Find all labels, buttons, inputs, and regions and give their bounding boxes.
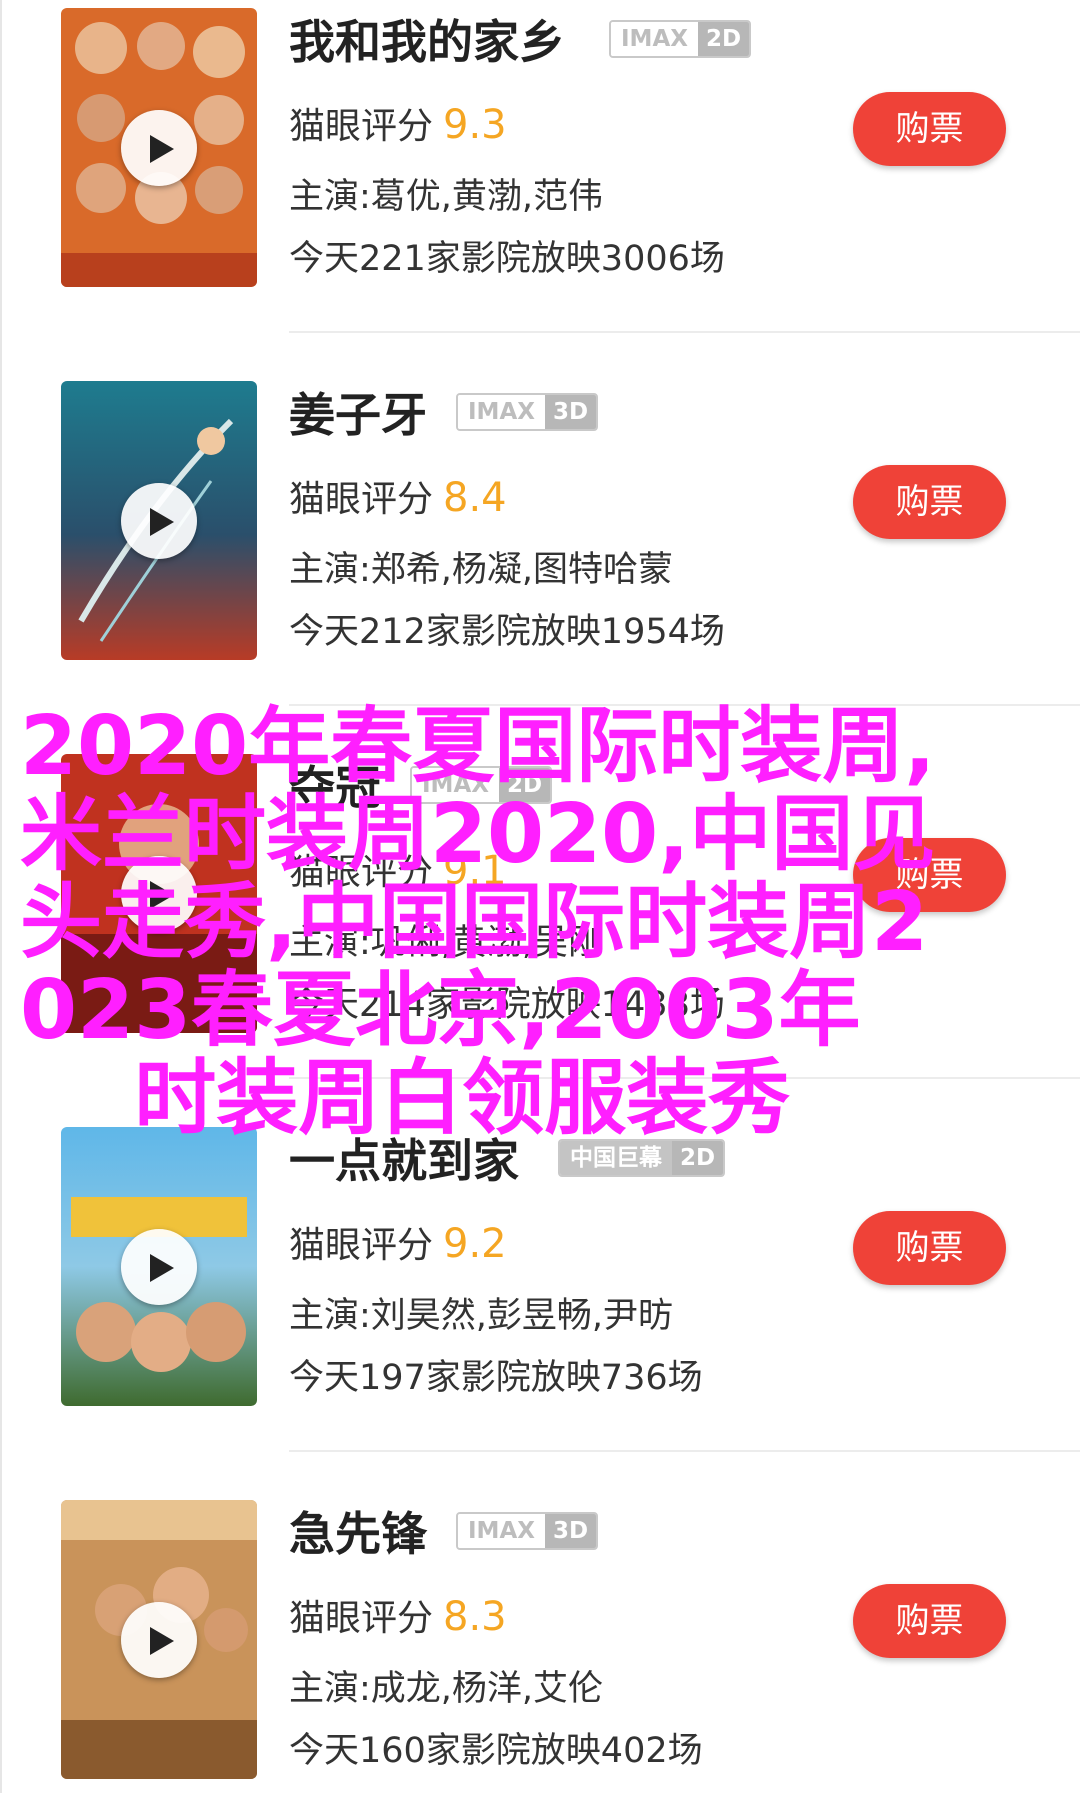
cast-text: 主演:刘昊然,彭昱畅,尹昉 bbox=[289, 1296, 674, 1336]
badge-format: IMAX bbox=[458, 395, 545, 429]
badge-dimension: 2D bbox=[672, 1141, 724, 1175]
badge-dimension: 3D bbox=[544, 395, 597, 429]
play-icon[interactable] bbox=[121, 110, 197, 186]
movie-item[interactable]: 姜子牙 IMAX 3D 猫眼评分 8.4 主演:郑希,杨凝,图特哈蒙 今天212家… bbox=[0, 373, 1080, 746]
movie-poster[interactable] bbox=[61, 754, 257, 1033]
movie-poster[interactable] bbox=[61, 1127, 257, 1406]
rating-score: 8.3 bbox=[443, 1594, 507, 1640]
divider bbox=[289, 1077, 1080, 1079]
rating-row: 猫眼评分 9.1 bbox=[289, 846, 507, 898]
play-icon[interactable] bbox=[121, 856, 197, 932]
rating-label: 猫眼评分 bbox=[289, 1598, 434, 1639]
rating-label: 猫眼评分 bbox=[289, 852, 434, 893]
buy-ticket-button[interactable]: 购票 bbox=[853, 92, 1006, 166]
play-icon[interactable] bbox=[121, 1602, 197, 1678]
rating-label: 猫眼评分 bbox=[289, 1225, 434, 1266]
format-badge: IMAX 3D bbox=[456, 393, 599, 431]
buy-ticket-button[interactable]: 购票 bbox=[853, 1584, 1006, 1658]
movie-title: 姜子牙 bbox=[289, 388, 427, 442]
divider bbox=[289, 331, 1080, 333]
movie-poster[interactable] bbox=[61, 8, 257, 287]
rating-label: 猫眼评分 bbox=[289, 106, 434, 147]
cast-text: 主演:巩俐,黄渤,吴刚 bbox=[289, 923, 604, 963]
rating-row: 猫眼评分 8.4 bbox=[289, 473, 507, 525]
badge-format: IMAX bbox=[611, 22, 698, 56]
badge-dimension: 2D bbox=[697, 22, 750, 56]
rating-score: 9.3 bbox=[443, 102, 507, 148]
cast-text: 主演:葛优,黄渤,范伟 bbox=[289, 177, 604, 217]
movie-title: 夺冠 bbox=[289, 761, 381, 815]
showing-text: 今天197家影院放映736场 bbox=[289, 1358, 703, 1398]
movie-item[interactable]: 夺冠 IMAX 2D 猫眼评分 9.1 主演:巩俐,黄渤,吴刚 今天214家影院放… bbox=[0, 746, 1080, 1119]
badge-format: IMAX bbox=[458, 1514, 545, 1548]
badge-format: 中国巨幕 bbox=[560, 1141, 672, 1175]
movie-title: 急先锋 bbox=[289, 1507, 427, 1561]
rating-row: 猫眼评分 9.2 bbox=[289, 1219, 507, 1271]
buy-ticket-button[interactable]: 购票 bbox=[853, 838, 1006, 912]
cast-text: 主演:郑希,杨凝,图特哈蒙 bbox=[289, 550, 674, 590]
badge-dimension: 3D bbox=[544, 1514, 597, 1548]
movie-item[interactable]: 一点就到家 中国巨幕 2D 猫眼评分 9.2 主演:刘昊然,彭昱畅,尹昉 今天19… bbox=[0, 1119, 1080, 1492]
movie-poster[interactable] bbox=[61, 381, 257, 660]
badge-format: IMAX bbox=[412, 768, 499, 802]
buy-ticket-button[interactable]: 购票 bbox=[853, 465, 1006, 539]
format-badge: IMAX 2D bbox=[410, 766, 553, 804]
showing-text: 今天214家影院放映1438场 bbox=[289, 985, 725, 1025]
divider bbox=[289, 704, 1080, 706]
movie-item[interactable]: 我和我的家乡 IMAX 2D 猫眼评分 9.3 主演:葛优,黄渤,范伟 今天221… bbox=[0, 0, 1080, 373]
rating-score: 9.2 bbox=[443, 1221, 507, 1267]
format-badge: 中国巨幕 2D bbox=[558, 1139, 726, 1177]
format-badge: IMAX 2D bbox=[609, 20, 752, 58]
movie-title: 我和我的家乡 bbox=[289, 15, 565, 69]
movie-list-page: 我和我的家乡 IMAX 2D 猫眼评分 9.3 主演:葛优,黄渤,范伟 今天221… bbox=[0, 0, 1080, 1793]
rating-row: 猫眼评分 8.3 bbox=[289, 1592, 507, 1644]
format-badge: IMAX 3D bbox=[456, 1512, 599, 1550]
showing-text: 今天160家影院放映402场 bbox=[289, 1731, 703, 1771]
rating-label: 猫眼评分 bbox=[289, 479, 434, 520]
rating-row: 猫眼评分 9.3 bbox=[289, 100, 507, 152]
movie-title: 一点就到家 bbox=[289, 1134, 519, 1188]
rating-score: 9.1 bbox=[443, 848, 507, 894]
rating-score: 8.4 bbox=[443, 475, 507, 521]
play-icon[interactable] bbox=[121, 483, 197, 559]
divider bbox=[289, 1450, 1080, 1452]
showing-text: 今天212家影院放映1954场 bbox=[289, 612, 725, 652]
movie-item[interactable]: 急先锋 IMAX 3D 猫眼评分 8.3 主演:成龙,杨洋,艾伦 今天160家影院… bbox=[0, 1492, 1080, 1793]
buy-ticket-button[interactable]: 购票 bbox=[853, 1211, 1006, 1285]
cast-text: 主演:成龙,杨洋,艾伦 bbox=[289, 1669, 604, 1709]
showing-text: 今天221家影院放映3006场 bbox=[289, 239, 725, 279]
movie-poster[interactable] bbox=[61, 1500, 257, 1779]
badge-dimension: 2D bbox=[498, 768, 551, 802]
play-icon[interactable] bbox=[121, 1229, 197, 1305]
